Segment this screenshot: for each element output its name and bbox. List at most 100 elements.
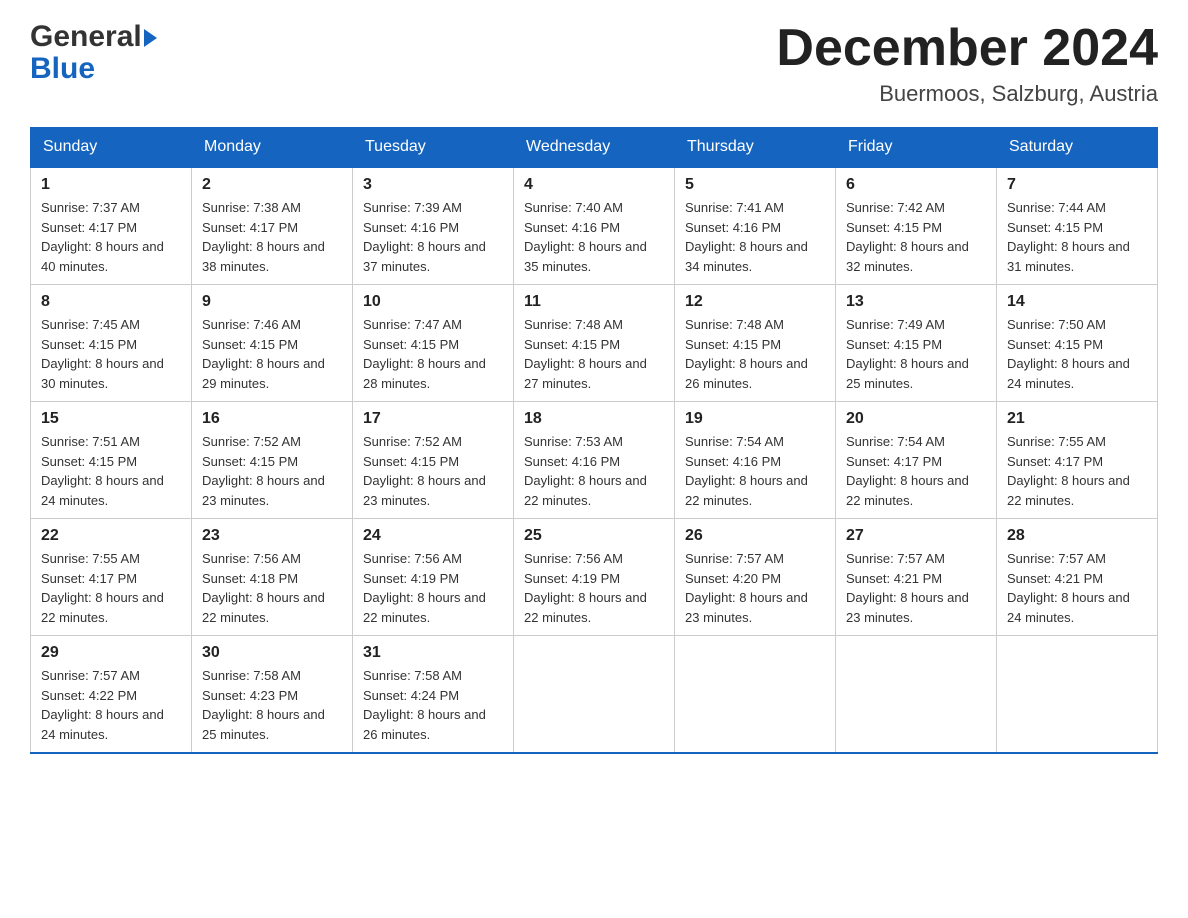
day-info: Sunrise: 7:58 AM Sunset: 4:24 PM Dayligh… [363,666,503,744]
calendar-cell: 26 Sunrise: 7:57 AM Sunset: 4:20 PM Dayl… [675,519,836,636]
calendar-cell: 7 Sunrise: 7:44 AM Sunset: 4:15 PM Dayli… [997,167,1158,285]
location: Buermoos, Salzburg, Austria [776,81,1158,107]
day-number: 21 [1007,410,1147,428]
day-info: Sunrise: 7:55 AM Sunset: 4:17 PM Dayligh… [1007,432,1147,510]
calendar-cell [675,636,836,754]
calendar-cell: 10 Sunrise: 7:47 AM Sunset: 4:15 PM Dayl… [353,285,514,402]
day-number: 5 [685,176,825,194]
day-number: 2 [202,176,342,194]
day-number: 8 [41,293,181,311]
calendar-cell: 5 Sunrise: 7:41 AM Sunset: 4:16 PM Dayli… [675,167,836,285]
day-number: 27 [846,527,986,545]
day-info: Sunrise: 7:41 AM Sunset: 4:16 PM Dayligh… [685,198,825,276]
day-info: Sunrise: 7:45 AM Sunset: 4:15 PM Dayligh… [41,315,181,393]
day-info: Sunrise: 7:47 AM Sunset: 4:15 PM Dayligh… [363,315,503,393]
day-number: 11 [524,293,664,311]
week-row-1: 1 Sunrise: 7:37 AM Sunset: 4:17 PM Dayli… [31,167,1158,285]
calendar-cell: 8 Sunrise: 7:45 AM Sunset: 4:15 PM Dayli… [31,285,192,402]
calendar-cell: 23 Sunrise: 7:56 AM Sunset: 4:18 PM Dayl… [192,519,353,636]
week-row-5: 29 Sunrise: 7:57 AM Sunset: 4:22 PM Dayl… [31,636,1158,754]
day-info: Sunrise: 7:57 AM Sunset: 4:21 PM Dayligh… [1007,549,1147,627]
week-row-2: 8 Sunrise: 7:45 AM Sunset: 4:15 PM Dayli… [31,285,1158,402]
calendar-cell: 1 Sunrise: 7:37 AM Sunset: 4:17 PM Dayli… [31,167,192,285]
month-title: December 2024 [776,20,1158,77]
logo-blue: Blue [30,52,157,86]
day-number: 31 [363,644,503,662]
calendar-table: SundayMondayTuesdayWednesdayThursdayFrid… [30,127,1158,754]
day-info: Sunrise: 7:57 AM Sunset: 4:20 PM Dayligh… [685,549,825,627]
calendar-cell: 18 Sunrise: 7:53 AM Sunset: 4:16 PM Dayl… [514,402,675,519]
day-info: Sunrise: 7:38 AM Sunset: 4:17 PM Dayligh… [202,198,342,276]
day-number: 26 [685,527,825,545]
day-number: 16 [202,410,342,428]
calendar-cell: 28 Sunrise: 7:57 AM Sunset: 4:21 PM Dayl… [997,519,1158,636]
day-number: 1 [41,176,181,194]
calendar-cell [836,636,997,754]
day-info: Sunrise: 7:54 AM Sunset: 4:17 PM Dayligh… [846,432,986,510]
calendar-cell: 6 Sunrise: 7:42 AM Sunset: 4:15 PM Dayli… [836,167,997,285]
day-number: 20 [846,410,986,428]
page-header: General Blue December 2024 Buermoos, Sal… [30,20,1158,107]
logo: General Blue [30,20,157,86]
day-number: 13 [846,293,986,311]
day-number: 6 [846,176,986,194]
calendar-cell: 22 Sunrise: 7:55 AM Sunset: 4:17 PM Dayl… [31,519,192,636]
day-number: 12 [685,293,825,311]
calendar-cell: 30 Sunrise: 7:58 AM Sunset: 4:23 PM Dayl… [192,636,353,754]
day-number: 28 [1007,527,1147,545]
day-number: 10 [363,293,503,311]
day-number: 18 [524,410,664,428]
day-info: Sunrise: 7:56 AM Sunset: 4:19 PM Dayligh… [363,549,503,627]
day-number: 4 [524,176,664,194]
day-info: Sunrise: 7:50 AM Sunset: 4:15 PM Dayligh… [1007,315,1147,393]
calendar-cell: 21 Sunrise: 7:55 AM Sunset: 4:17 PM Dayl… [997,402,1158,519]
calendar-cell: 13 Sunrise: 7:49 AM Sunset: 4:15 PM Dayl… [836,285,997,402]
calendar-cell: 25 Sunrise: 7:56 AM Sunset: 4:19 PM Dayl… [514,519,675,636]
calendar-cell: 2 Sunrise: 7:38 AM Sunset: 4:17 PM Dayli… [192,167,353,285]
calendar-cell: 15 Sunrise: 7:51 AM Sunset: 4:15 PM Dayl… [31,402,192,519]
calendar-cell: 11 Sunrise: 7:48 AM Sunset: 4:15 PM Dayl… [514,285,675,402]
day-header-thursday: Thursday [675,128,836,168]
day-info: Sunrise: 7:48 AM Sunset: 4:15 PM Dayligh… [685,315,825,393]
calendar-cell: 4 Sunrise: 7:40 AM Sunset: 4:16 PM Dayli… [514,167,675,285]
day-number: 23 [202,527,342,545]
day-info: Sunrise: 7:58 AM Sunset: 4:23 PM Dayligh… [202,666,342,744]
calendar-cell: 16 Sunrise: 7:52 AM Sunset: 4:15 PM Dayl… [192,402,353,519]
day-number: 15 [41,410,181,428]
calendar-cell: 19 Sunrise: 7:54 AM Sunset: 4:16 PM Dayl… [675,402,836,519]
day-info: Sunrise: 7:53 AM Sunset: 4:16 PM Dayligh… [524,432,664,510]
day-number: 22 [41,527,181,545]
day-info: Sunrise: 7:42 AM Sunset: 4:15 PM Dayligh… [846,198,986,276]
day-info: Sunrise: 7:54 AM Sunset: 4:16 PM Dayligh… [685,432,825,510]
calendar-cell: 14 Sunrise: 7:50 AM Sunset: 4:15 PM Dayl… [997,285,1158,402]
logo-arrow-icon [144,29,157,47]
day-info: Sunrise: 7:57 AM Sunset: 4:22 PM Dayligh… [41,666,181,744]
calendar-cell: 24 Sunrise: 7:56 AM Sunset: 4:19 PM Dayl… [353,519,514,636]
calendar-cell: 17 Sunrise: 7:52 AM Sunset: 4:15 PM Dayl… [353,402,514,519]
day-number: 25 [524,527,664,545]
week-row-3: 15 Sunrise: 7:51 AM Sunset: 4:15 PM Dayl… [31,402,1158,519]
day-number: 24 [363,527,503,545]
day-number: 19 [685,410,825,428]
day-number: 3 [363,176,503,194]
day-info: Sunrise: 7:37 AM Sunset: 4:17 PM Dayligh… [41,198,181,276]
day-info: Sunrise: 7:40 AM Sunset: 4:16 PM Dayligh… [524,198,664,276]
day-header-wednesday: Wednesday [514,128,675,168]
day-info: Sunrise: 7:46 AM Sunset: 4:15 PM Dayligh… [202,315,342,393]
day-info: Sunrise: 7:56 AM Sunset: 4:19 PM Dayligh… [524,549,664,627]
day-info: Sunrise: 7:39 AM Sunset: 4:16 PM Dayligh… [363,198,503,276]
calendar-cell [997,636,1158,754]
day-number: 7 [1007,176,1147,194]
day-number: 14 [1007,293,1147,311]
calendar-cell: 20 Sunrise: 7:54 AM Sunset: 4:17 PM Dayl… [836,402,997,519]
calendar-cell: 27 Sunrise: 7:57 AM Sunset: 4:21 PM Dayl… [836,519,997,636]
day-number: 17 [363,410,503,428]
day-number: 9 [202,293,342,311]
logo-general: General [30,20,142,54]
day-info: Sunrise: 7:51 AM Sunset: 4:15 PM Dayligh… [41,432,181,510]
day-info: Sunrise: 7:52 AM Sunset: 4:15 PM Dayligh… [363,432,503,510]
day-header-saturday: Saturday [997,128,1158,168]
day-info: Sunrise: 7:49 AM Sunset: 4:15 PM Dayligh… [846,315,986,393]
calendar-cell: 9 Sunrise: 7:46 AM Sunset: 4:15 PM Dayli… [192,285,353,402]
day-header-friday: Friday [836,128,997,168]
